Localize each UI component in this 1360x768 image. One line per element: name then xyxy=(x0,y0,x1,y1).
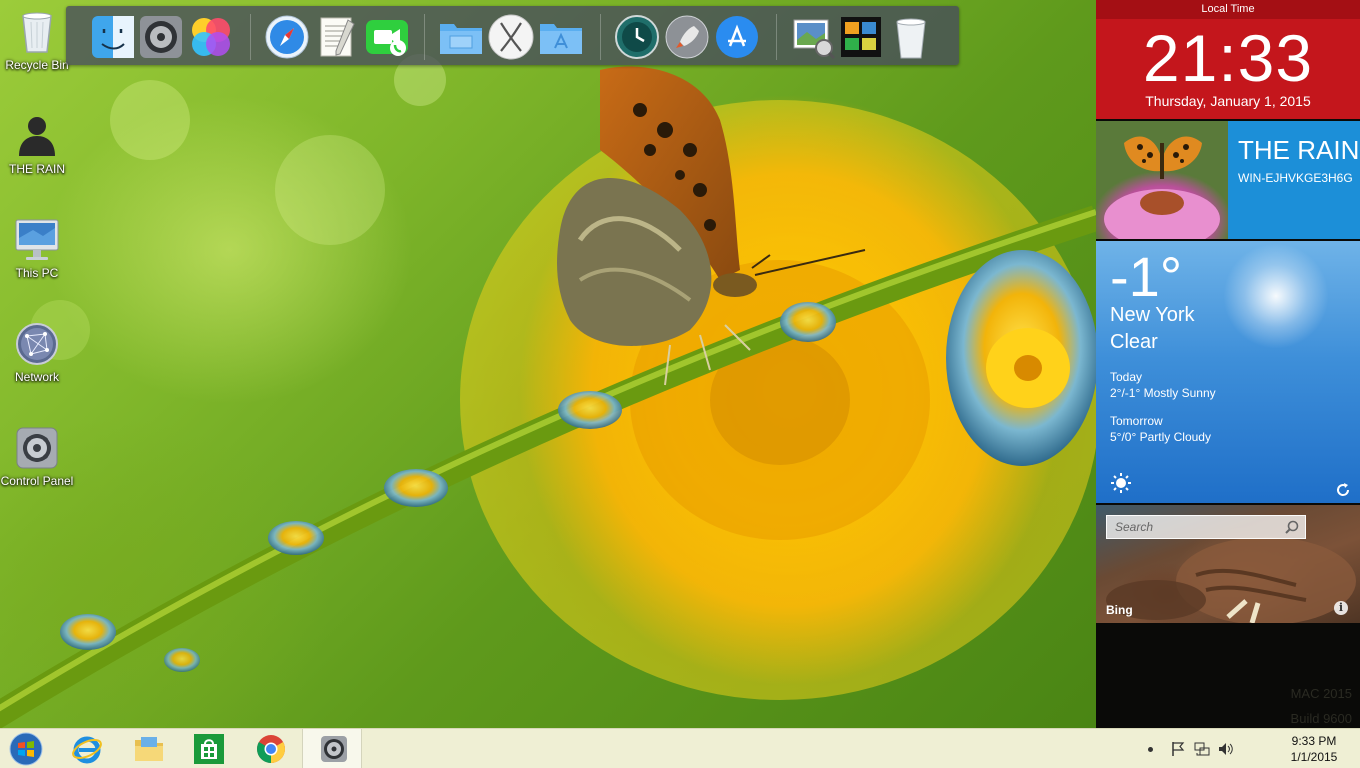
start-button[interactable] xyxy=(0,729,58,768)
osx-x-icon[interactable] xyxy=(488,14,534,60)
taskbar-time: 9:33 PM xyxy=(1291,734,1337,748)
bing-search-placeholder: Search xyxy=(1115,520,1154,534)
weather-tile[interactable]: -1° New York Clear Today 2°/-1° Mostly S… xyxy=(1096,241,1360,503)
network-globe-icon xyxy=(13,320,61,368)
applications-folder-icon[interactable] xyxy=(538,14,584,60)
clock-tile[interactable]: Local Time 21:33 Thursday, January 1, 20… xyxy=(1096,0,1360,119)
preview-icon[interactable] xyxy=(790,14,836,60)
clock-date: Thursday, January 1, 2015 xyxy=(1145,93,1311,109)
weather-today-label: Today xyxy=(1110,370,1143,384)
ie-logo-icon xyxy=(71,733,103,765)
desktop-icon-control-panel[interactable]: Control Panel xyxy=(0,424,74,488)
photo-booth-icon[interactable] xyxy=(838,14,884,60)
right-widget-panel: Local Time 21:33 Thursday, January 1, 20… xyxy=(1096,0,1360,728)
store-bag-icon xyxy=(193,733,225,765)
computer-monitor-icon xyxy=(13,216,61,264)
textedit-icon[interactable] xyxy=(314,14,360,60)
info-icon[interactable]: i xyxy=(1334,601,1348,615)
weather-city: New York xyxy=(1110,304,1195,326)
bing-label: Bing xyxy=(1106,603,1133,617)
user-folder-icon xyxy=(13,112,61,160)
watermark-line2: Build 9600 xyxy=(1290,711,1352,726)
clock-time: 21:33 xyxy=(1142,21,1314,95)
dock-separator xyxy=(600,14,601,60)
taskbar-clock[interactable]: 9:33 PM 1/1/2015 xyxy=(1284,733,1344,765)
wallpaper-art xyxy=(0,54,1096,728)
internet-explorer-icon[interactable] xyxy=(56,729,116,768)
finder-icon[interactable] xyxy=(90,14,136,60)
weather-temperature: -1° xyxy=(1110,245,1183,308)
file-explorer-icon[interactable] xyxy=(118,729,178,768)
facetime-icon[interactable] xyxy=(364,14,410,60)
network-icon[interactable] xyxy=(1194,741,1210,757)
chrome-logo-icon xyxy=(255,733,287,765)
search-icon[interactable] xyxy=(1285,520,1299,534)
watermark-line1: MAC 2015 xyxy=(1290,686,1352,701)
app-dock xyxy=(66,6,959,65)
recycle-bin-icon xyxy=(13,8,61,56)
dock-separator xyxy=(424,14,425,60)
desktop-icon-recycle-bin[interactable]: Recycle Bin xyxy=(0,8,74,72)
app-store-icon[interactable] xyxy=(714,14,760,60)
action-center-flag-icon[interactable] xyxy=(1170,741,1186,757)
dock-separator xyxy=(776,14,777,60)
time-machine-icon[interactable] xyxy=(614,14,660,60)
desktop-icon-label: Network xyxy=(14,370,59,384)
desktop-icon-network[interactable]: Network xyxy=(0,320,74,384)
desktop-icon-this-pc[interactable]: This PC xyxy=(0,216,74,280)
system-preferences-icon[interactable] xyxy=(138,14,184,60)
show-hidden-icons-dot[interactable] xyxy=(1148,747,1153,752)
system-tray: 9:33 PM 1/1/2015 xyxy=(1148,729,1360,768)
desktop-wallpaper xyxy=(0,0,1096,728)
folder-icon xyxy=(133,733,165,765)
chrome-icon[interactable] xyxy=(240,729,300,768)
weather-today-forecast: 2°/-1° Mostly Sunny xyxy=(1110,386,1216,400)
weather-condition: Clear xyxy=(1110,331,1158,353)
documents-folder-icon[interactable] xyxy=(438,14,484,60)
desktop-icon-label: Recycle Bin xyxy=(5,58,69,72)
desktop-icon-user[interactable]: THE RAIN xyxy=(0,112,74,176)
weather-tomorrow-forecast: 5°/0° Partly Cloudy xyxy=(1110,430,1211,444)
volume-icon[interactable] xyxy=(1218,741,1234,757)
user-tile[interactable]: THE RAIN WIN-EJHVKGE3H6G xyxy=(1096,121,1360,239)
launchpad-icon[interactable] xyxy=(664,14,710,60)
trash-icon[interactable] xyxy=(888,14,934,60)
windows-store-icon[interactable] xyxy=(178,729,238,768)
weather-tomorrow-label: Tomorrow xyxy=(1110,414,1163,428)
settings-gear-icon[interactable] xyxy=(302,729,362,768)
computer-name: WIN-EJHVKGE3H6G xyxy=(1238,171,1353,185)
control-panel-taskbar-icon xyxy=(318,733,350,765)
taskbar-date: 1/1/2015 xyxy=(1290,750,1338,764)
safari-icon[interactable] xyxy=(264,14,310,60)
taskbar: 9:33 PM 1/1/2015 xyxy=(0,728,1360,768)
dock-separator xyxy=(250,14,251,60)
user-avatar xyxy=(1096,121,1228,239)
user-name: THE RAIN xyxy=(1238,135,1360,165)
control-panel-gear-icon xyxy=(13,424,61,472)
windows-orb-icon xyxy=(9,732,43,766)
refresh-icon[interactable] xyxy=(1336,483,1350,497)
clock-tile-header: Local Time xyxy=(1096,0,1360,19)
desktop-icon-label: THE RAIN xyxy=(8,162,65,176)
desktop-icon-label: Control Panel xyxy=(0,474,74,488)
sun-icon xyxy=(1110,472,1132,494)
game-center-icon[interactable] xyxy=(188,14,234,60)
bing-search-input[interactable]: Search xyxy=(1106,515,1306,539)
desktop-icon-label: This PC xyxy=(15,266,59,280)
bing-tile[interactable]: Search Bing i xyxy=(1096,505,1360,623)
